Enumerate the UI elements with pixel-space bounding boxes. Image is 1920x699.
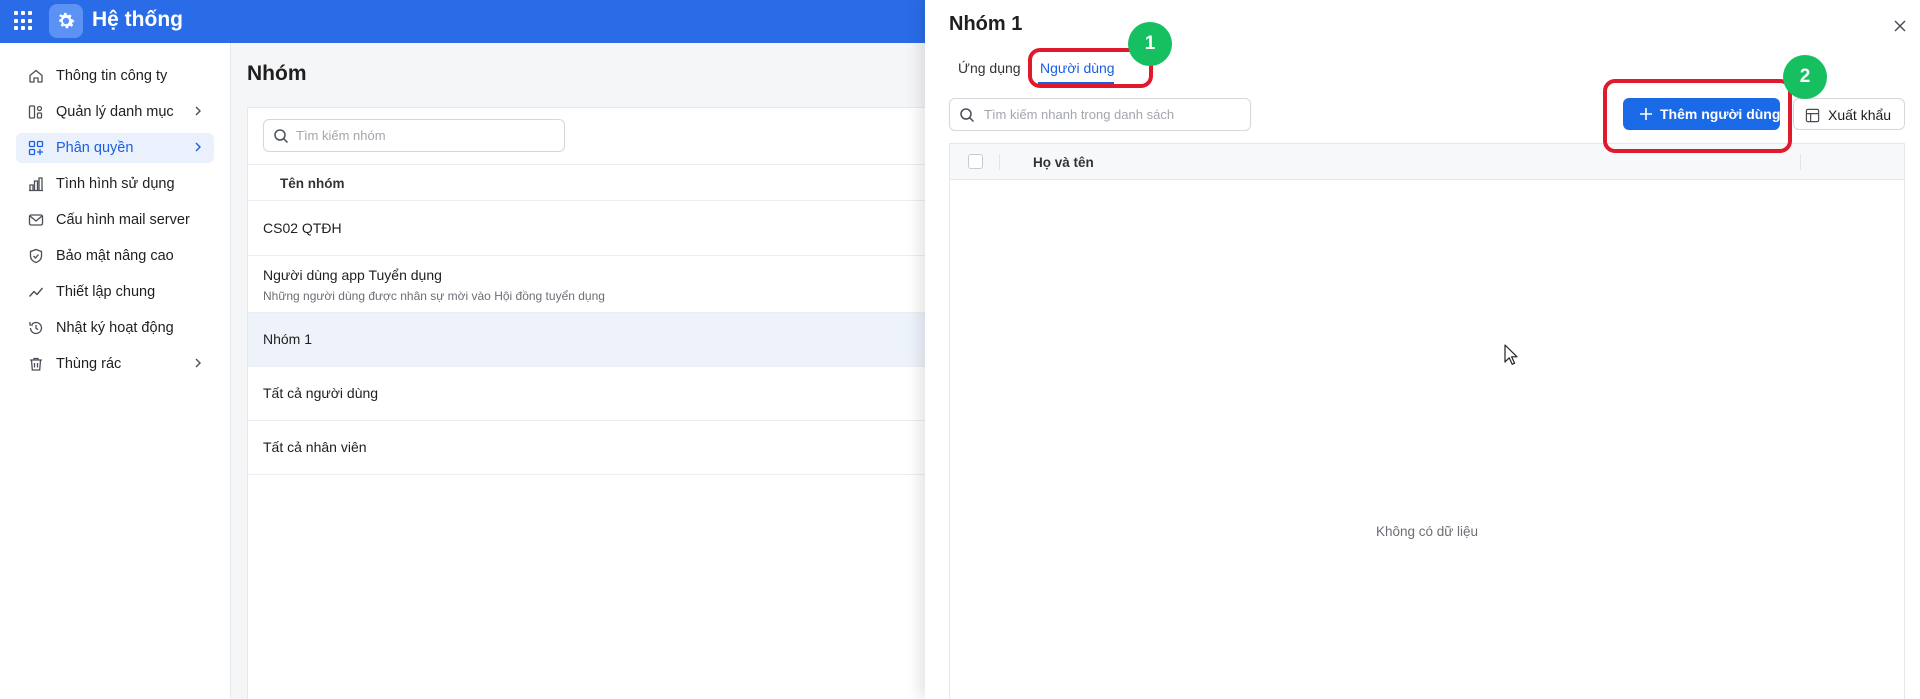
select-all-checkbox[interactable] [968, 154, 983, 169]
drawer-title: Nhóm 1 [949, 13, 1023, 35]
close-icon[interactable] [1892, 18, 1908, 34]
empty-state: Không có dữ liệu [1375, 524, 1479, 539]
groups-list: Tên nhóm CS02 QTĐH Người dùng app Tuyển … [247, 107, 926, 699]
tab-users[interactable]: Người dùng [1040, 60, 1115, 76]
sidebar-item-label: Bảo mật nâng cao [56, 248, 174, 264]
catalog-icon [28, 105, 43, 119]
table-row[interactable]: Tất cả nhân viên [248, 421, 926, 475]
history-icon [29, 321, 43, 335]
table-row[interactable]: Người dùng app Tuyển dụng Những người dù… [248, 256, 926, 313]
trend-icon [28, 287, 44, 297]
grid-icon[interactable] [14, 11, 34, 31]
plus-icon [1640, 108, 1652, 120]
group-search-input[interactable] [296, 120, 556, 151]
mouse-cursor-icon [1504, 344, 1518, 365]
sidebar-item-general-settings[interactable]: Thiết lập chung [16, 277, 214, 307]
sidebar-item-company-info[interactable]: Thông tin công ty [16, 61, 214, 91]
sidebar-item-label: Cấu hình mail server [56, 212, 190, 228]
sidebar: Thông tin công ty Quản lý danh mục Phân … [0, 43, 231, 699]
search-icon [274, 129, 289, 144]
sidebar-item-usage[interactable]: Tình hình sử dụng [16, 169, 214, 199]
sidebar-item-trash[interactable]: Thùng rác [16, 349, 214, 379]
sidebar-item-mail-server[interactable]: Cấu hình mail server [16, 205, 214, 235]
group-name: Tất cả nhân viên [263, 439, 367, 455]
shield-icon [29, 248, 43, 264]
sidebar-item-security[interactable]: Bảo mật nâng cao [16, 241, 214, 271]
sidebar-item-label: Thùng rác [56, 356, 122, 372]
sidebar-item-label: Quản lý danh mục [56, 104, 174, 120]
user-search-input[interactable] [984, 99, 1246, 130]
table-row[interactable]: CS02 QTĐH [248, 201, 926, 256]
group-description: Những người dùng được nhân sự mời vào Hộ… [263, 289, 605, 303]
step-badge-1: 1 [1128, 22, 1172, 66]
chevron-right-icon [195, 358, 201, 368]
table-row[interactable]: Tất cả người dùng [248, 367, 926, 421]
add-user-button[interactable]: Thêm người dùng [1623, 98, 1780, 130]
groups-table-header: Tên nhóm [248, 164, 926, 201]
users-table-header: Họ và tên [950, 144, 1904, 180]
add-user-button-label: Thêm người dùng [1660, 106, 1781, 122]
bar-chart-icon [29, 177, 43, 192]
group-name: Nhóm 1 [263, 331, 313, 347]
group-name: Người dùng app Tuyển dụng [263, 267, 442, 283]
top-bar: Hệ thống [0, 0, 925, 43]
chevron-right-icon [195, 142, 201, 152]
group-detail-drawer: Nhóm 1 Ứng dụng Người dùng Thêm người dù… [925, 0, 1920, 699]
tab-apps[interactable]: Ứng dụng [958, 60, 1021, 76]
table-icon [1805, 108, 1820, 123]
step-badge-2: 2 [1783, 55, 1827, 99]
chevron-right-icon [195, 106, 201, 116]
sidebar-item-catalog[interactable]: Quản lý danh mục [16, 97, 214, 127]
app-title: Hệ thống [92, 8, 183, 31]
permission-icon [28, 140, 44, 156]
sidebar-item-label: Tình hình sử dụng [56, 176, 175, 192]
column-header-group-name: Tên nhóm [280, 176, 345, 191]
sidebar-item-activity-log[interactable]: Nhật ký hoạt động [16, 313, 214, 343]
table-row[interactable]: Nhóm 1 [248, 313, 926, 367]
gear-icon [49, 4, 83, 38]
group-name: CS02 QTĐH [263, 220, 342, 236]
sidebar-item-label: Phân quyền [56, 140, 134, 156]
export-button-label: Xuất khẩu [1828, 107, 1892, 123]
column-header-full-name: Họ và tên [1033, 155, 1094, 170]
home-icon [29, 69, 43, 83]
mail-icon [28, 214, 44, 226]
group-search [263, 119, 565, 152]
column-divider [999, 154, 1000, 170]
group-name: Tất cả người dùng [263, 385, 379, 401]
sidebar-item-label: Nhật ký hoạt động [56, 320, 174, 336]
sidebar-item-label: Thiết lập chung [56, 284, 156, 300]
page-title: Nhóm [247, 62, 307, 85]
active-tab-indicator [1038, 82, 1114, 84]
trash-icon [30, 357, 42, 371]
users-table: Họ và tên Không có dữ liệu [949, 143, 1905, 699]
column-divider [1800, 154, 1801, 170]
export-button[interactable]: Xuất khẩu [1793, 98, 1905, 130]
sidebar-item-permissions[interactable]: Phân quyền [16, 133, 214, 163]
user-search [949, 98, 1251, 131]
groups-page: Nhóm Tên nhóm CS02 QTĐH Người dùng app T… [231, 43, 926, 699]
search-icon [960, 108, 975, 123]
sidebar-item-label: Thông tin công ty [56, 68, 168, 84]
